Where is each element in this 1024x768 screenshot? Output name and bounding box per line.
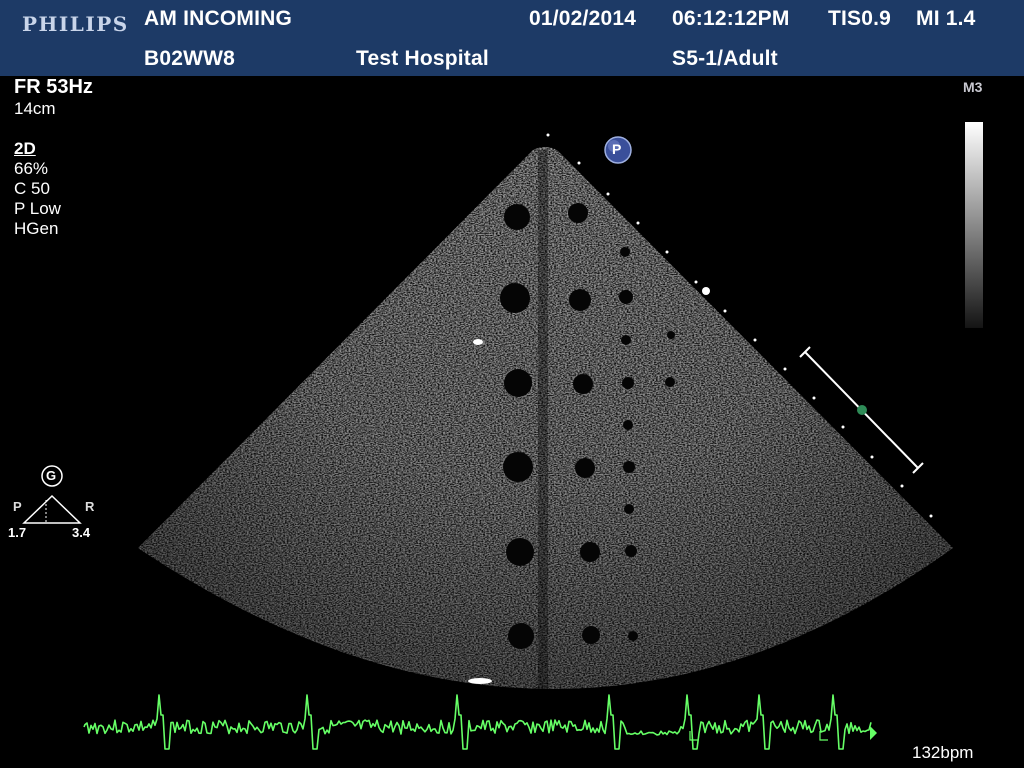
ultrasound-screen: PHILIPS AM INCOMING 01/02/2014 06:12:12P… [0, 0, 1024, 768]
ecg-trace [83, 694, 877, 750]
ecg-trigger-markers [689, 731, 828, 741]
ecg-waveform [83, 694, 872, 750]
ecg-end-arrow [870, 726, 877, 740]
heart-rate: 132bpm [912, 743, 974, 762]
